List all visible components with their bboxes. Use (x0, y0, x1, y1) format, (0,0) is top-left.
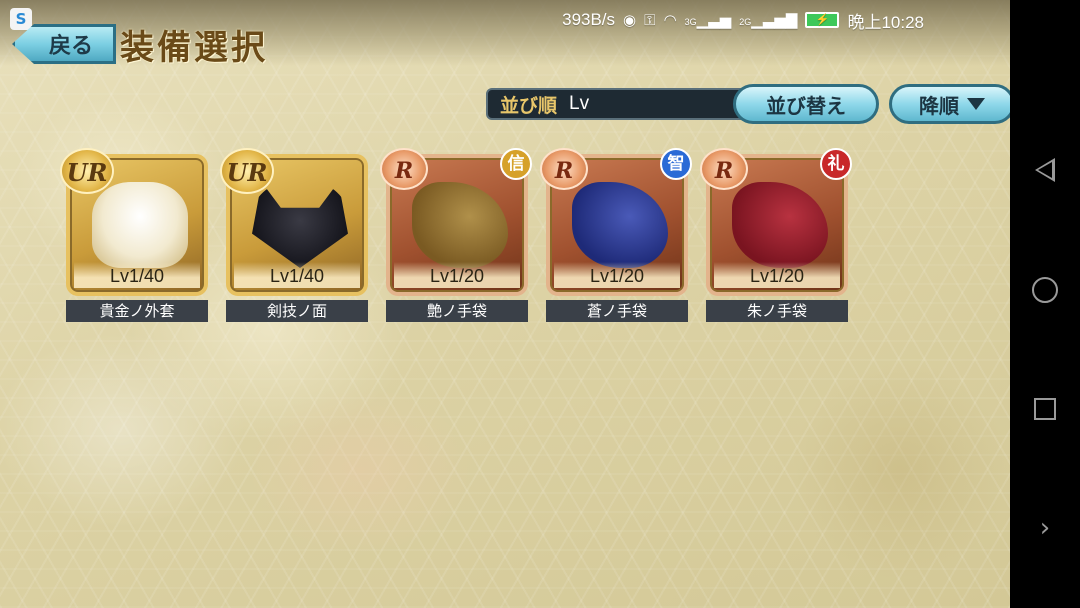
signal-3g-label: 3G (684, 17, 697, 27)
item-level: Lv1/40 (74, 262, 200, 288)
item-name: 蒼ノ手袋 (546, 300, 688, 322)
equipment-item[interactable]: Lv1/20 R 智 蒼ノ手袋 (540, 148, 692, 322)
rarity-badge: R (540, 148, 588, 190)
fox-mask-icon (252, 182, 348, 268)
nav-back-icon[interactable] (1035, 157, 1055, 182)
wifi-icon: ◠ (663, 12, 677, 29)
rarity-badge: R (380, 148, 428, 190)
cloak-icon (92, 182, 188, 268)
glove-icon (412, 182, 508, 268)
equipment-item[interactable]: Lv1/20 R 礼 朱ノ手袋 (700, 148, 852, 322)
battery-charging-icon: ⚡ (805, 12, 840, 28)
network-speed: 393B/s (562, 10, 616, 29)
item-name: 貴金ノ外套 (66, 300, 208, 322)
attribute-badge: 智 (660, 148, 692, 180)
android-nav-bar: › (1010, 0, 1080, 608)
order-button-label: 降順 (919, 93, 959, 118)
attribute-badge: 信 (500, 148, 532, 180)
status-bar: 393B/s ◉ ⚿ ◠ 3G▁▃▅ 2G▁▃▅▇ ⚡ 晩上10:28 (562, 6, 924, 34)
order-button[interactable]: 降順 (889, 84, 1010, 124)
signal-2g-icon: 2G▁▃▅▇ (739, 12, 798, 29)
sort-button-label: 並び替え (766, 93, 846, 118)
item-level: Lv1/20 (394, 262, 520, 288)
item-name: 剣技ノ面 (226, 300, 368, 322)
clock: 晩上10:28 (847, 12, 924, 32)
nav-more-icon[interactable]: › (1040, 515, 1050, 541)
equipment-item[interactable]: Lv1/40 UR 貴金ノ外套 (60, 148, 208, 322)
nav-recent-apps-icon[interactable] (1034, 397, 1056, 420)
page-title: 装備選択 (120, 28, 268, 68)
sort-order-value: Lv (569, 93, 590, 114)
back-button[interactable]: 戻る (12, 24, 116, 64)
eye-icon: ◉ (623, 12, 637, 29)
item-level: Lv1/20 (554, 262, 680, 288)
rarity-badge: R (700, 148, 748, 190)
nav-home-icon[interactable] (1032, 276, 1058, 303)
glove-icon (572, 182, 668, 268)
item-name: 艶ノ手袋 (386, 300, 528, 322)
attribute-badge: 礼 (820, 148, 852, 180)
sort-order-label: 並び順 (500, 94, 558, 117)
equipment-item[interactable]: Lv1/20 R 信 艶ノ手袋 (380, 148, 532, 322)
item-level: Lv1/40 (234, 262, 360, 288)
signal-2g-label: 2G (739, 17, 752, 27)
item-name: 朱ノ手袋 (706, 300, 848, 322)
glove-icon (732, 182, 828, 268)
app-notification-icon: S (10, 8, 32, 30)
item-level: Lv1/20 (714, 262, 840, 288)
equipment-item[interactable]: Lv1/40 UR 剣技ノ面 (220, 148, 368, 322)
key-icon: ⚿ (644, 11, 656, 29)
rarity-badge: UR (220, 148, 274, 194)
rarity-badge: UR (60, 148, 114, 194)
chevron-down-icon (967, 98, 985, 110)
signal-3g-icon: 3G▁▃▅ (684, 12, 732, 29)
sort-button[interactable]: 並び替え (733, 84, 879, 124)
equipment-select-screen: S 393B/s ◉ ⚿ ◠ 3G▁▃▅ 2G▁▃▅▇ ⚡ 晩上10:28 戻る… (0, 0, 1010, 608)
